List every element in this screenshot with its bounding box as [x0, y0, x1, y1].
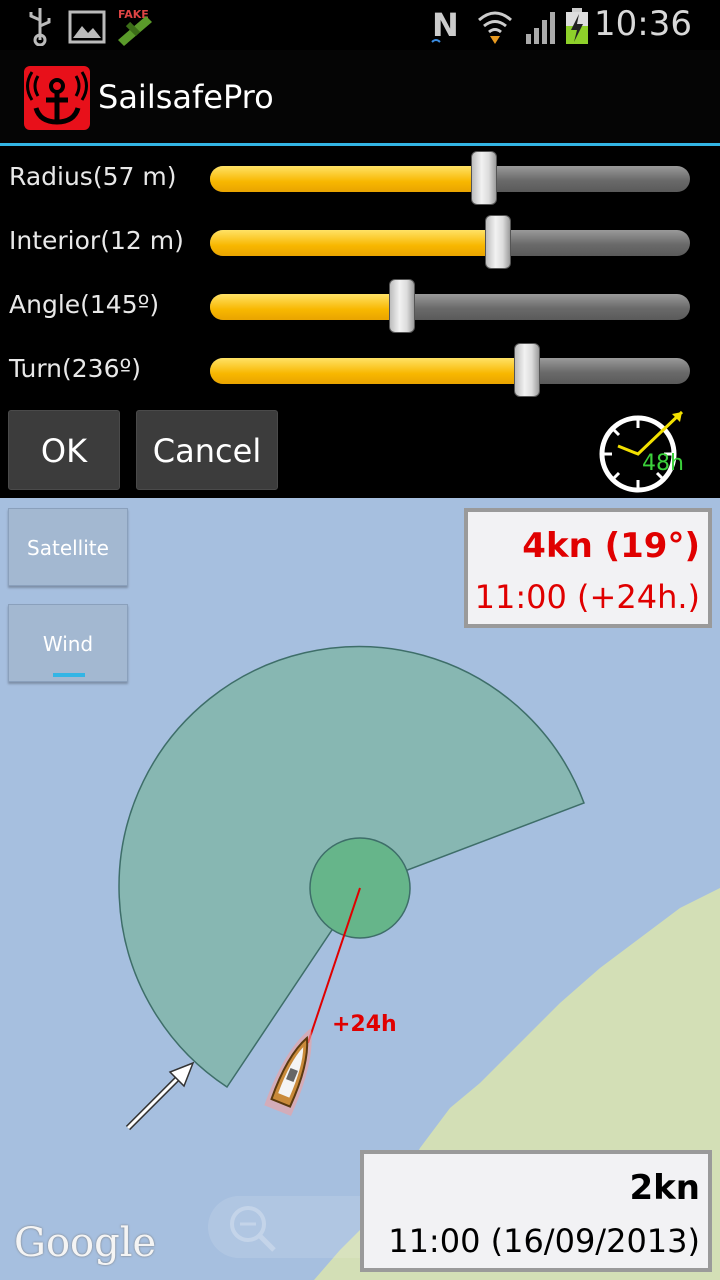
- wifi-icon: [478, 11, 512, 44]
- app-bar: SailsafePro: [0, 50, 720, 146]
- wind-active-indicator: [53, 673, 85, 677]
- nfc-text: N: [432, 6, 459, 44]
- forecast-marker-label: +24h: [332, 1012, 397, 1037]
- status-bar: FAKE N 10:36: [0, 0, 720, 50]
- interior-slider-thumb[interactable]: [485, 215, 511, 269]
- zoom-out-icon: [230, 1206, 276, 1252]
- image-icon: [68, 10, 106, 44]
- interior-slider-fill: [210, 230, 498, 256]
- radius-slider-fill: [210, 166, 484, 192]
- map-view[interactable]: Satellite Wind 4kn (19°) 11:00 (+24h.) +…: [0, 498, 720, 1280]
- angle-slider-row: Angle(145º): [0, 274, 720, 338]
- boat-icon: [264, 1028, 312, 1116]
- current-info-box: 2kn 11:00 (16/09/2013): [360, 1150, 712, 1272]
- current-time: 11:00 (16/09/2013): [388, 1222, 700, 1260]
- interior-label: Interior(12 m): [9, 226, 184, 255]
- turn-slider-thumb[interactable]: [514, 343, 540, 397]
- google-attribution-logo: Google: [14, 1220, 157, 1266]
- current-wind-speed: 2kn: [629, 1168, 700, 1208]
- wind-button-label: Wind: [42, 632, 94, 656]
- angle-slider-thumb[interactable]: [389, 279, 415, 333]
- radius-label: Radius(57 m): [9, 162, 177, 191]
- angle-slider-fill: [210, 294, 402, 320]
- forecast-time: 11:00 (+24h.): [474, 578, 700, 616]
- turn-slider-fill: [210, 358, 527, 384]
- wind-arrow-icon: [125, 1061, 195, 1131]
- app-title: SailsafePro: [98, 78, 274, 116]
- radius-slider[interactable]: [210, 151, 690, 205]
- settings-panel: Radius(57 m) Interior(12 m) Angle(145º) …: [0, 146, 720, 498]
- radius-slider-row: Radius(57 m): [0, 146, 720, 210]
- status-time: 10:36: [594, 4, 692, 44]
- signal-icon: [526, 12, 555, 44]
- usb-icon: [29, 8, 51, 46]
- forecast-wind-speed: 4kn (19°): [522, 526, 700, 566]
- anchor-alarm-icon[interactable]: [24, 66, 90, 130]
- interior-slider[interactable]: [210, 215, 690, 269]
- cancel-button[interactable]: Cancel: [136, 410, 278, 490]
- fake-gps-icon: FAKE: [118, 8, 152, 46]
- angle-label: Angle(145º): [9, 290, 160, 319]
- turn-slider[interactable]: [210, 343, 690, 397]
- wind-button[interactable]: Wind: [8, 604, 128, 682]
- satellite-button[interactable]: Satellite: [8, 508, 128, 586]
- clock-label: 48h: [642, 451, 684, 476]
- nfc-icon: N: [431, 6, 459, 44]
- battery-charging-icon: [566, 8, 588, 44]
- turn-slider-row: Turn(236º): [0, 338, 720, 402]
- angle-slider[interactable]: [210, 279, 690, 333]
- forecast-clock-icon[interactable]: 48h: [596, 408, 688, 500]
- forecast-info-box: 4kn (19°) 11:00 (+24h.): [464, 508, 712, 628]
- turn-label: Turn(236º): [9, 354, 142, 383]
- radius-slider-thumb[interactable]: [471, 151, 497, 205]
- interior-slider-row: Interior(12 m): [0, 210, 720, 274]
- ok-button[interactable]: OK: [8, 410, 120, 490]
